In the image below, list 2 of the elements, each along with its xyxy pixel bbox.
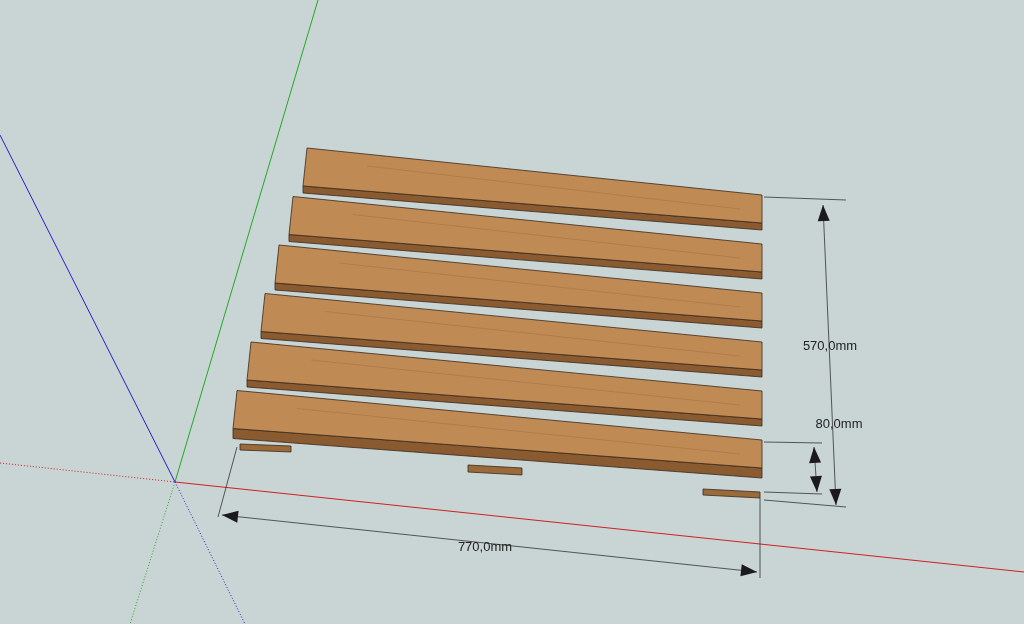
dimension-label: 770,0mm — [457, 539, 513, 554]
dimension-label: 570,0mm — [802, 338, 858, 353]
